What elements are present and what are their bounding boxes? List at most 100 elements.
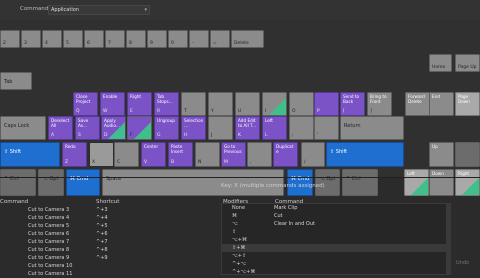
modifier-row[interactable]: ⇧+⌘ bbox=[222, 244, 446, 252]
key-row2-0[interactable]: Close Project Q bbox=[73, 92, 98, 116]
key-row1-9[interactable]: - bbox=[189, 30, 209, 48]
modifier-row[interactable]: None Mark Clip bbox=[222, 204, 446, 212]
key-label: Duplicat e bbox=[276, 144, 294, 154]
key-row2-8[interactable]: O bbox=[289, 92, 314, 116]
table-row[interactable]: Cut to Camera 10 bbox=[0, 262, 215, 270]
key-right-shift[interactable]: ⇧ Shift bbox=[326, 142, 404, 167]
key-row3-8[interactable]: Left L bbox=[262, 116, 287, 140]
key-row1-10[interactable]: = bbox=[210, 30, 230, 48]
command-shortcut: ^+8 bbox=[96, 247, 108, 253]
key-row1-5[interactable]: 7 bbox=[105, 30, 125, 48]
key-left-cmd[interactable]: ⌘ Cmd bbox=[66, 169, 100, 196]
key-row4-1[interactable]: X bbox=[89, 142, 114, 167]
key-row3-1[interactable]: Save As... S bbox=[75, 116, 100, 140]
undo-button[interactable]: Undo bbox=[456, 260, 469, 266]
modifier-row[interactable]: ⌘ Cut bbox=[222, 212, 446, 220]
key-down-arrow[interactable]: Down bbox=[429, 169, 454, 196]
key-row3-7[interactable]: Add Edit to All T... K bbox=[235, 116, 260, 140]
key-row1-11[interactable]: Delete bbox=[231, 30, 264, 48]
key-row2-4[interactable]: T bbox=[181, 92, 206, 116]
col-header-shortcut[interactable]: Shortcut bbox=[96, 199, 119, 205]
key-left-arrow[interactable]: Left bbox=[404, 169, 429, 196]
key-row2-2[interactable]: Right E bbox=[127, 92, 152, 116]
key-page-up[interactable]: Page Up bbox=[455, 54, 480, 72]
key-row3-3[interactable]: F bbox=[127, 116, 152, 140]
modifier-row[interactable]: ⌥ Clear In and Out bbox=[222, 220, 446, 228]
key-char: , bbox=[250, 159, 252, 165]
key-row2-11[interactable]: Bring to Front] bbox=[367, 92, 392, 116]
key-row3-2[interactable]: Apply Audio... D bbox=[101, 116, 126, 140]
key-row4-7[interactable]: , bbox=[247, 142, 272, 167]
modifier-row[interactable]: ⇧ bbox=[222, 228, 446, 236]
key-right-ctrl[interactable]: ^ Ctrl bbox=[342, 169, 378, 196]
key-char: O bbox=[292, 108, 296, 114]
key-forward-delete[interactable]: Forward Delete bbox=[405, 92, 432, 116]
key-row2-5[interactable]: Y bbox=[208, 92, 233, 116]
key-char: E bbox=[130, 108, 133, 114]
key-row1-2[interactable]: 4 bbox=[42, 30, 62, 48]
key-row2-10[interactable]: Send to Back [ bbox=[340, 92, 365, 116]
key-row2-9[interactable]: P bbox=[314, 92, 339, 116]
table-row[interactable]: Cut to Camera 7 ^+7 bbox=[0, 238, 215, 246]
key-row2-3[interactable]: Tab Stops... R bbox=[154, 92, 179, 116]
key-row3-9[interactable]: ; bbox=[289, 116, 314, 140]
key-page-down[interactable]: Page Down bbox=[455, 92, 480, 116]
key-row1-1[interactable]: 3 bbox=[21, 30, 41, 48]
key-row1-7[interactable]: 9 bbox=[147, 30, 167, 48]
table-row[interactable]: Cut to Camera 11 bbox=[0, 270, 215, 278]
table-row[interactable]: Cut to Camera 8 ^+8 bbox=[0, 246, 215, 254]
key-row3-4[interactable]: Ungroup G bbox=[154, 116, 179, 140]
key-left-opt[interactable]: ⌥ Opt bbox=[38, 169, 64, 196]
key-row3-10[interactable]: ' bbox=[314, 116, 339, 140]
key-row1-6[interactable]: 8 bbox=[126, 30, 146, 48]
key-row3-6[interactable]: J bbox=[208, 116, 233, 140]
key-up[interactable]: Up bbox=[429, 142, 454, 167]
key-char: ' bbox=[317, 132, 319, 138]
commands-preset-select[interactable]: Application ▾ bbox=[48, 5, 150, 15]
modifier-keys: ⇧ bbox=[232, 229, 237, 235]
table-row[interactable]: Cut to Camera 3 ^+3 bbox=[0, 206, 215, 214]
table-row[interactable]: Cut to Camera 5 ^+5 bbox=[0, 222, 215, 230]
modifier-row[interactable]: ⌥+⌘ bbox=[222, 236, 446, 244]
key-char: ; bbox=[292, 132, 294, 138]
key-label: Return bbox=[344, 123, 361, 129]
command-shortcut: ^+9 bbox=[96, 255, 108, 261]
table-row[interactable]: Cut to Camera 6 ^+6 bbox=[0, 230, 215, 238]
key-row4-8[interactable]: Duplicat e. bbox=[273, 142, 298, 167]
key-char: B bbox=[171, 159, 175, 165]
key-char: L bbox=[265, 132, 268, 138]
key-row2-6[interactable]: U bbox=[235, 92, 260, 116]
key-caps-lock[interactable]: Caps Lock bbox=[0, 116, 46, 140]
key-row3-5[interactable]: Selection ... H bbox=[181, 116, 206, 140]
table-row[interactable]: Cut to Camera 4 ^+4 bbox=[0, 214, 215, 222]
key-blank-right[interactable] bbox=[455, 142, 480, 167]
modifier-row[interactable]: ^+⌥ bbox=[222, 260, 446, 268]
key-left-shift[interactable]: ⇧ Shift bbox=[0, 142, 60, 167]
key-end[interactable]: End bbox=[429, 92, 454, 116]
key-row2-1[interactable]: Enable W bbox=[100, 92, 125, 116]
key-return[interactable]: Return bbox=[340, 116, 404, 140]
key-tab[interactable]: Tab bbox=[0, 72, 32, 90]
key-row2-7[interactable]: I bbox=[262, 92, 287, 116]
preset-value: Application bbox=[51, 7, 79, 13]
keyboard-layout: 2 3 4 5 6 7 8 9 0 - = Delete Home Page Up Tab Close Pro… bbox=[0, 20, 480, 196]
key-left-ctrl[interactable]: ^ Ctrl bbox=[0, 169, 36, 196]
modifiers-scrollbar[interactable] bbox=[447, 203, 451, 275]
key-row1-4[interactable]: 6 bbox=[84, 30, 104, 48]
key-row4-4[interactable]: Paste Insert B bbox=[168, 142, 193, 167]
key-row1-8[interactable]: 0 bbox=[168, 30, 188, 48]
key-row1-3[interactable]: 5 bbox=[63, 30, 83, 48]
table-row[interactable]: Cut to Camera 9 ^+9 bbox=[0, 254, 215, 262]
key-home[interactable]: Home bbox=[429, 54, 452, 72]
key-row1-0[interactable]: 2 bbox=[0, 30, 20, 48]
key-row4-0[interactable]: Redo Z bbox=[62, 142, 87, 167]
key-right-arrow[interactable]: Right bbox=[455, 169, 480, 196]
col-header-command[interactable]: Command bbox=[0, 199, 28, 205]
key-row3-0[interactable]: Deselect All A bbox=[48, 116, 73, 140]
key-row4-5[interactable]: N bbox=[195, 142, 220, 167]
key-slash[interactable]: / bbox=[301, 142, 325, 167]
key-row4-3[interactable]: Center V bbox=[141, 142, 166, 167]
modifier-row[interactable]: ⌥+⇧ bbox=[222, 252, 446, 260]
key-row4-6[interactable]: Go to Previous M bbox=[221, 142, 246, 167]
key-row4-2[interactable]: C bbox=[114, 142, 139, 167]
